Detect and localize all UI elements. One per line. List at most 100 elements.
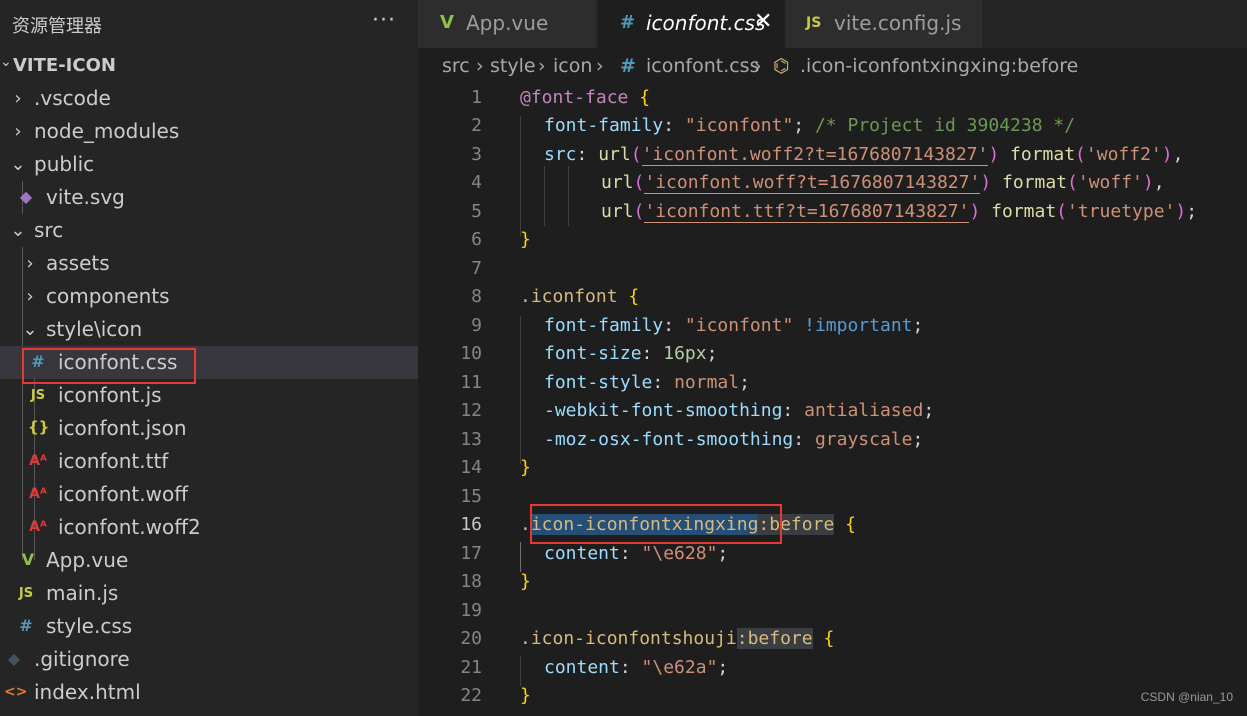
html-file-icon: <> (4, 684, 28, 700)
tree-item-vscode[interactable]: › .vscode (0, 82, 418, 115)
code-line-20: .icon-iconfontshouji:before { (520, 628, 835, 649)
breadcrumb-item[interactable]: style (490, 55, 536, 77)
tree-item-iconfont-woff[interactable]: Aᴬ iconfont.woff (0, 478, 418, 511)
breadcrumb-separator: › (538, 55, 546, 77)
code-line-10: font-size: 16px; (544, 343, 718, 364)
tree-item-assets[interactable]: › assets (0, 247, 418, 280)
breadcrumb-separator: › (476, 55, 484, 77)
tree-item-label: iconfont.woff (58, 482, 188, 506)
tree-item-iconfont-json[interactable]: {} iconfont.json (0, 412, 418, 445)
code-line-4: url('iconfont.woff?t=1676807143827') for… (601, 172, 1165, 194)
line-number: 19 (460, 600, 482, 621)
css-file-icon: # (620, 55, 636, 77)
line-number: 4 (471, 172, 482, 193)
code-editor[interactable]: 1 2 3 4 5 6 7 8 9 10 11 12 13 14 15 16 1… (418, 86, 1247, 716)
code-line-5: url('iconfont.ttf?t=1676807143827') form… (601, 201, 1198, 223)
tree-item-label: vite.svg (46, 185, 125, 209)
tree-item-iconfont-woff2[interactable]: Aᴬ iconfont.woff2 (0, 511, 418, 544)
code-line-13: -moz-osx-font-smoothing: grayscale; (544, 429, 924, 450)
line-number: 21 (460, 657, 482, 678)
tree-item-label: public (34, 152, 95, 176)
code-line-22: } (520, 685, 531, 706)
chevron-right-icon: › (14, 88, 22, 109)
code-line-12: -webkit-font-smoothing: antialiased; (544, 400, 935, 421)
more-actions-icon[interactable]: ··· (372, 8, 396, 33)
vue-file-icon: V (21, 550, 35, 569)
line-number: 15 (460, 486, 482, 507)
tab-app-vue[interactable]: V App.vue (418, 0, 596, 48)
tab-iconfont-css[interactable]: # iconfont.css ✕ (598, 0, 784, 48)
tab-vite-config-js[interactable]: JS vite.config.js (786, 0, 982, 48)
line-number: 11 (460, 372, 482, 393)
chevron-down-icon: ⌄ (0, 54, 12, 70)
close-icon[interactable]: ✕ (754, 9, 772, 34)
tree-item-label: node_modules (34, 119, 180, 143)
chevron-down-icon: ⌄ (10, 154, 26, 175)
tree-item-gitignore[interactable]: ◆ .gitignore (0, 643, 418, 676)
breadcrumb-item[interactable]: icon (553, 55, 592, 77)
line-number: 7 (471, 258, 482, 279)
line-number: 17 (460, 543, 482, 564)
chevron-right-icon: › (14, 121, 22, 142)
explorer-sidebar: 资源管理器 ··· ⌄ VITE-ICON › .vscode › node_m… (0, 0, 418, 716)
watermark: CSDN @nian_10 (1140, 690, 1233, 704)
tab-label: vite.config.js (834, 11, 962, 35)
indent-guide (520, 316, 521, 464)
code-line-1: @font-face { (520, 87, 651, 108)
code-line-6: } (520, 229, 531, 250)
json-file-icon: {} (28, 418, 50, 436)
tree-item-components[interactable]: › components (0, 280, 418, 313)
tree-item-style-css[interactable]: # style.css (0, 610, 418, 643)
tab-label: App.vue (466, 11, 549, 35)
breadcrumb-separator: › (754, 55, 762, 77)
font-file-icon: Aᴬ (29, 486, 47, 502)
breadcrumb-item[interactable]: .icon-iconfontxingxing:before (800, 55, 1078, 77)
code-line-11: font-style: normal; (544, 372, 750, 393)
chevron-right-icon: › (26, 286, 34, 307)
tree-item-style-icon[interactable]: ⌄ style\icon (0, 313, 418, 346)
line-number: 13 (460, 429, 482, 450)
code-line-14: } (520, 457, 531, 478)
tree-item-label: style\icon (46, 317, 143, 341)
line-number: 22 (460, 685, 482, 706)
vue-file-icon: V (440, 12, 454, 33)
indent-guide (568, 166, 569, 226)
explorer-header: 资源管理器 ··· (0, 0, 418, 48)
tree-item-node-modules[interactable]: › node_modules (0, 115, 418, 148)
project-name: VITE-ICON (13, 55, 116, 76)
line-number: 14 (460, 457, 482, 478)
tree-item-main-js[interactable]: JS main.js (0, 577, 418, 610)
indent-guide (520, 116, 521, 236)
tree-item-vite-svg[interactable]: ◆ vite.svg (0, 181, 418, 214)
tree-item-iconfont-ttf[interactable]: Aᴬ iconfont.ttf (0, 445, 418, 478)
tree-item-label: .vscode (34, 86, 111, 110)
chevron-down-icon: ⌄ (22, 319, 38, 340)
code-line-8: .iconfont { (520, 286, 640, 307)
tree-item-label: .gitignore (34, 647, 130, 671)
breadcrumb-item[interactable]: src (442, 55, 470, 77)
breadcrumb-item[interactable]: iconfont.css (646, 55, 759, 77)
indent-guide (520, 542, 521, 572)
line-number: 5 (471, 201, 482, 222)
breadcrumb-separator: › (596, 55, 604, 77)
tree-item-index-html[interactable]: <> index.html (0, 676, 418, 709)
line-number: 6 (471, 229, 482, 250)
code-line-9: font-family: "iconfont" !important; (544, 315, 924, 336)
tree-item-label: style.css (46, 614, 133, 638)
editor-tab-bar: V App.vue # iconfont.css ✕ JS vite.confi… (418, 0, 1247, 48)
chevron-down-icon: ⌄ (10, 220, 26, 241)
svg-file-icon: ◆ (19, 187, 33, 206)
css-file-icon: # (620, 12, 636, 33)
project-root[interactable]: ⌄ VITE-ICON (0, 54, 418, 80)
js-file-icon: JS (18, 586, 34, 601)
tab-label: iconfont.css (646, 11, 766, 35)
css-file-icon: # (19, 616, 33, 635)
tree-item-iconfont-js[interactable]: JS iconfont.js (0, 379, 418, 412)
tree-item-app-vue[interactable]: V App.vue (0, 544, 418, 577)
tree-item-src[interactable]: ⌄ src (0, 214, 418, 247)
font-file-icon: Aᴬ (29, 453, 47, 469)
tree-item-label: components (46, 284, 170, 308)
tree-item-public[interactable]: ⌄ public (0, 148, 418, 181)
code-line-21: content: "\e62a"; (544, 657, 729, 678)
code-line-18: } (520, 571, 531, 592)
